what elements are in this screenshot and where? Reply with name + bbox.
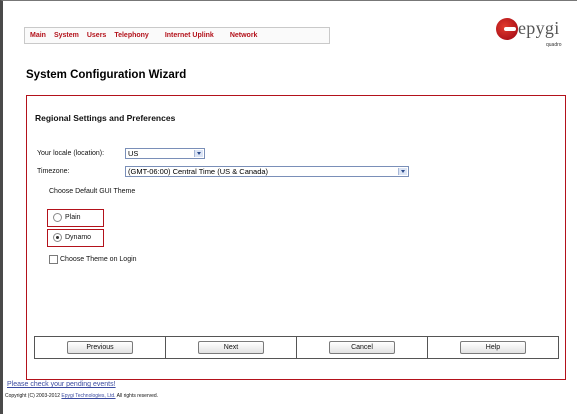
copyright-prefix: Copyright (C) 2003-2012	[5, 393, 61, 399]
logo-subtitle: quadro	[546, 42, 562, 48]
button-row: Previous Next Cancel Help	[34, 336, 559, 359]
copyright-suffix: All rights reserved.	[116, 393, 159, 399]
nav-item-network[interactable]: Network	[230, 32, 258, 39]
nav-item-system[interactable]: System	[54, 32, 79, 39]
copyright-text: Copyright (C) 2003-2012 Epygi Technologi…	[5, 393, 158, 399]
locale-select[interactable]: US	[125, 148, 205, 159]
radio-dynamo-label: Dynamo	[65, 234, 92, 241]
locale-label: Your locale (location):	[37, 150, 105, 157]
radio-dynamo[interactable]	[53, 233, 62, 242]
nav-item-internet-uplink[interactable]: Internet Uplink	[165, 32, 214, 39]
theme-option-dynamo[interactable]: Dynamo	[47, 229, 104, 247]
wizard-panel: Regional Settings and Preferences Your l…	[26, 95, 566, 380]
nav-item-main[interactable]: Main	[30, 32, 46, 39]
locale-select-value: US	[128, 149, 139, 158]
button-cell: Next	[166, 337, 297, 358]
epygi-logo: epygi quadro	[496, 18, 566, 50]
nav-item-telephony[interactable]: Telephony	[114, 32, 148, 39]
theme-heading: Choose Default GUI Theme	[49, 188, 136, 195]
help-button[interactable]: Help	[460, 341, 526, 354]
radio-plain[interactable]	[53, 213, 62, 222]
button-cell: Help	[428, 337, 558, 358]
chevron-down-icon	[194, 150, 203, 157]
radio-plain-label: Plain	[65, 214, 81, 221]
logo-e-icon	[496, 18, 518, 40]
button-cell: Cancel	[297, 337, 428, 358]
logo-wordmark: epygi	[518, 18, 560, 38]
top-navigation: Main System Users Telephony Internet Upl…	[24, 27, 330, 44]
button-cell: Previous	[35, 337, 166, 358]
timezone-select[interactable]: (GMT-06:00) Central Time (US & Canada)	[125, 166, 409, 177]
choose-theme-login-label: Choose Theme on Login	[60, 256, 137, 263]
chevron-down-icon	[398, 168, 407, 175]
previous-button[interactable]: Previous	[67, 341, 133, 354]
next-button[interactable]: Next	[198, 341, 264, 354]
choose-theme-login-checkbox[interactable]	[49, 255, 58, 264]
timezone-select-value: (GMT-06:00) Central Time (US & Canada)	[128, 167, 269, 176]
section-title: Regional Settings and Preferences	[35, 113, 176, 123]
nav-item-users[interactable]: Users	[87, 32, 106, 39]
timezone-label: Timezone:	[37, 168, 70, 175]
cancel-button[interactable]: Cancel	[329, 341, 395, 354]
company-link[interactable]: Epygi Technologies, Ltd.	[61, 393, 115, 399]
pending-events-link[interactable]: Please check your pending events!	[7, 381, 116, 388]
page-title: System Configuration Wizard	[26, 69, 187, 81]
theme-option-plain[interactable]: Plain	[47, 209, 104, 227]
